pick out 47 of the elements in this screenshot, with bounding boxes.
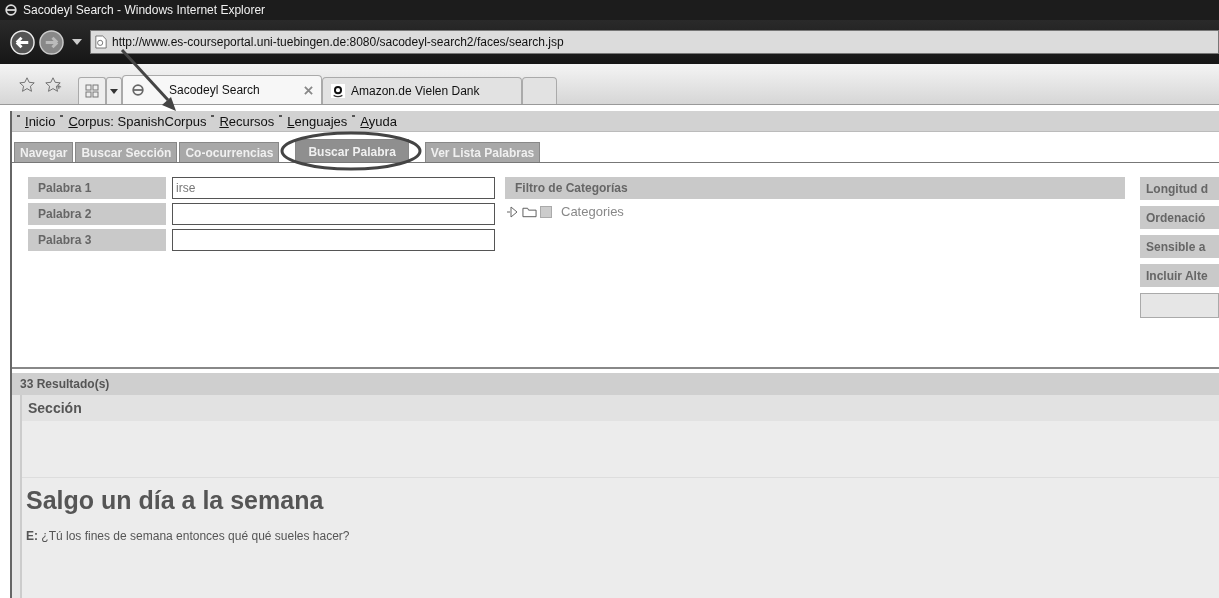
input-field[interactable] [172,229,495,251]
browser-logo-icon [131,83,145,97]
section-header: Filtro de Categorías [505,177,1125,199]
option-field[interactable] [1140,293,1219,318]
menu-item[interactable]: Inicio [25,113,56,129]
separator-mark [60,115,64,117]
input-field[interactable]: irse [172,177,495,199]
option-label: Longitud d [1140,177,1219,200]
separator-mark [17,115,20,117]
address-field[interactable]: http://www.es-courseportal.uni-tuebingen.de:8080/sacodeyl-search2/faces/search.jsp [90,30,1219,54]
back-icon[interactable] [10,29,35,55]
caret-icon [110,88,118,94]
star-icon[interactable] [18,76,36,94]
folder-icon [522,205,537,218]
option-label: Sensible a [1140,235,1219,258]
menu-item[interactable]: Lenguajes [287,113,348,129]
result-title: Salgo un día a la semana [26,486,325,515]
menu-item[interactable]: Corpus: SpanishCorpus [68,113,207,129]
field-label: Palabra 3 [28,229,166,251]
browser-tab[interactable]: Amazon.de Vielen Dank [322,77,522,104]
page-icon [95,35,107,49]
add-favorite-icon[interactable] [44,76,62,94]
option-label: Incluir Alte [1140,264,1219,287]
option-label: Ordenació [1140,206,1219,229]
browser-logo-icon [4,3,18,17]
results-header: 33 Resultado(s) [12,373,1219,395]
dialogue-line: E: ¿Tú los fines de semana entonces qué qué sueles hacer? [26,529,351,543]
expander-icon[interactable] [507,205,519,218]
close-icon[interactable] [304,85,313,95]
shop-logo-icon [331,84,345,98]
menu-item[interactable]: Ayuda [360,113,397,129]
forward-icon[interactable] [39,29,64,55]
menu-item[interactable]: Recursos [219,113,275,129]
separator-mark [279,115,283,117]
separator-mark [352,115,356,117]
caret-icon[interactable] [72,39,82,45]
field-label: Palabra 2 [28,203,166,225]
tree-item[interactable]: Categories [561,204,624,219]
window-title: Sacodeyl Search - Windows Internet Explorer [23,3,266,17]
tab-list-button[interactable] [106,77,122,104]
checkbox[interactable] [540,205,552,218]
browser-tab[interactable]: Sacodeyl Search [122,75,322,104]
column-header: Sección [22,395,1219,421]
field-label: Palabra 1 [28,177,166,199]
input-field[interactable] [172,203,495,225]
separator-mark [211,115,215,117]
grid-icon [85,84,99,98]
